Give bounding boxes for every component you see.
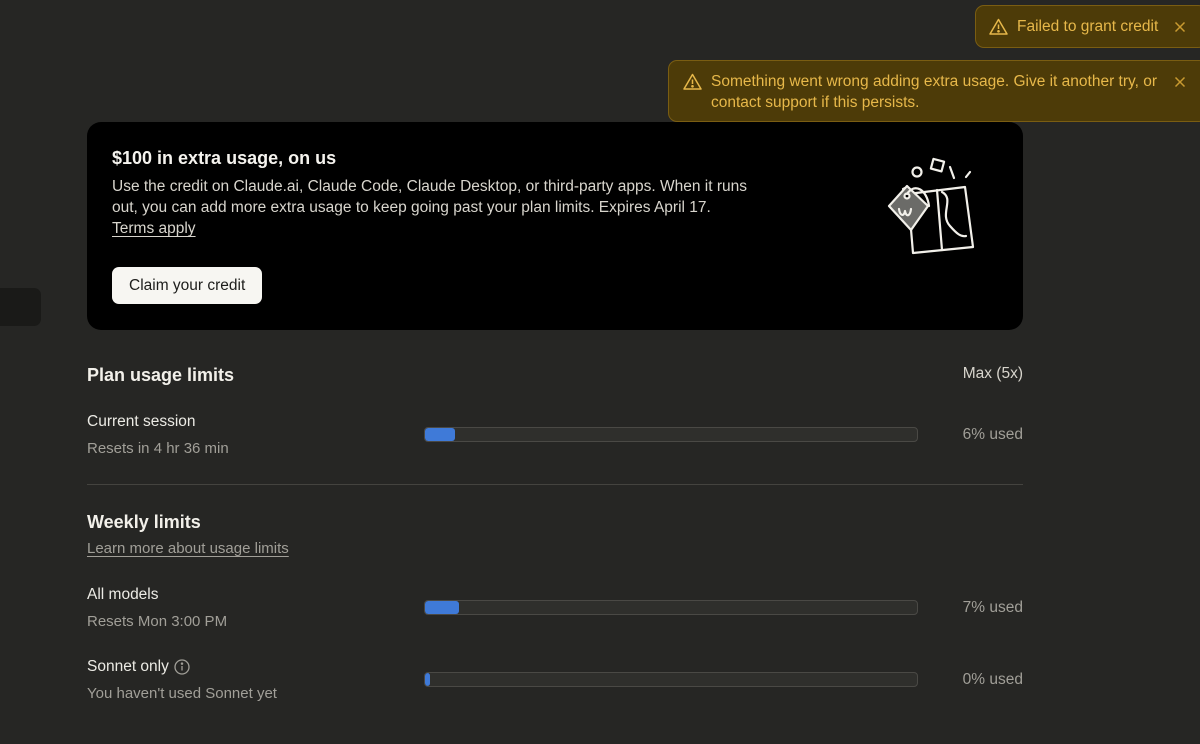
learn-more-usage-link[interactable]: Learn more about usage limits (87, 540, 289, 557)
current-session-used: 6% used (962, 426, 1023, 443)
sidebar-collapsed-item[interactable] (0, 288, 41, 326)
sonnet-only-status: You haven't used Sonnet yet (87, 685, 277, 702)
warning-icon (989, 18, 1008, 35)
all-models-used: 7% used (962, 599, 1023, 616)
terms-link[interactable]: Terms apply (112, 220, 196, 237)
current-session-progress-bar (424, 427, 918, 442)
promo-title: $100 in extra usage, on us (112, 148, 337, 168)
grant-failed-toast: Failed to grant credit (975, 5, 1200, 48)
info-icon[interactable] (174, 659, 190, 675)
promo-description: Use the credit on Claude.ai, Claude Code… (112, 176, 752, 239)
extra-usage-error-toast: Something went wrong adding extra usage.… (668, 60, 1200, 122)
sonnet-only-progress-bar (424, 672, 918, 687)
section-divider (87, 484, 1023, 485)
close-icon[interactable] (1174, 76, 1186, 88)
sonnet-only-title: Sonnet only (87, 658, 169, 675)
current-session-title: Current session (87, 413, 196, 430)
close-icon[interactable] (1174, 21, 1186, 33)
plan-name: Max (5x) (962, 365, 1023, 382)
all-models-reset: Resets Mon 3:00 PM (87, 613, 228, 630)
plan-usage-title: Plan usage limits (87, 365, 235, 385)
sonnet-only-used: 0% used (962, 671, 1023, 688)
gift-tag-illustration (887, 157, 975, 255)
claim-credit-button[interactable]: Claim your credit (112, 267, 263, 304)
progress-fill (425, 673, 430, 686)
warning-icon (683, 73, 702, 90)
promo-body-text: Use the credit on Claude.ai, Claude Code… (112, 178, 747, 216)
progress-fill (425, 428, 455, 441)
weekly-limits-title: Weekly limits (87, 512, 201, 532)
toast-message: Failed to grant credit (1017, 18, 1159, 35)
all-models-title: All models (87, 586, 159, 603)
current-session-reset: Resets in 4 hr 36 min (87, 440, 229, 457)
extra-usage-promo-card: $100 in extra usage, on us Use the credi… (87, 122, 1023, 330)
toast-message: Something went wrong adding extra usage.… (711, 73, 1158, 111)
progress-fill (425, 601, 460, 614)
all-models-progress-bar (424, 600, 918, 615)
